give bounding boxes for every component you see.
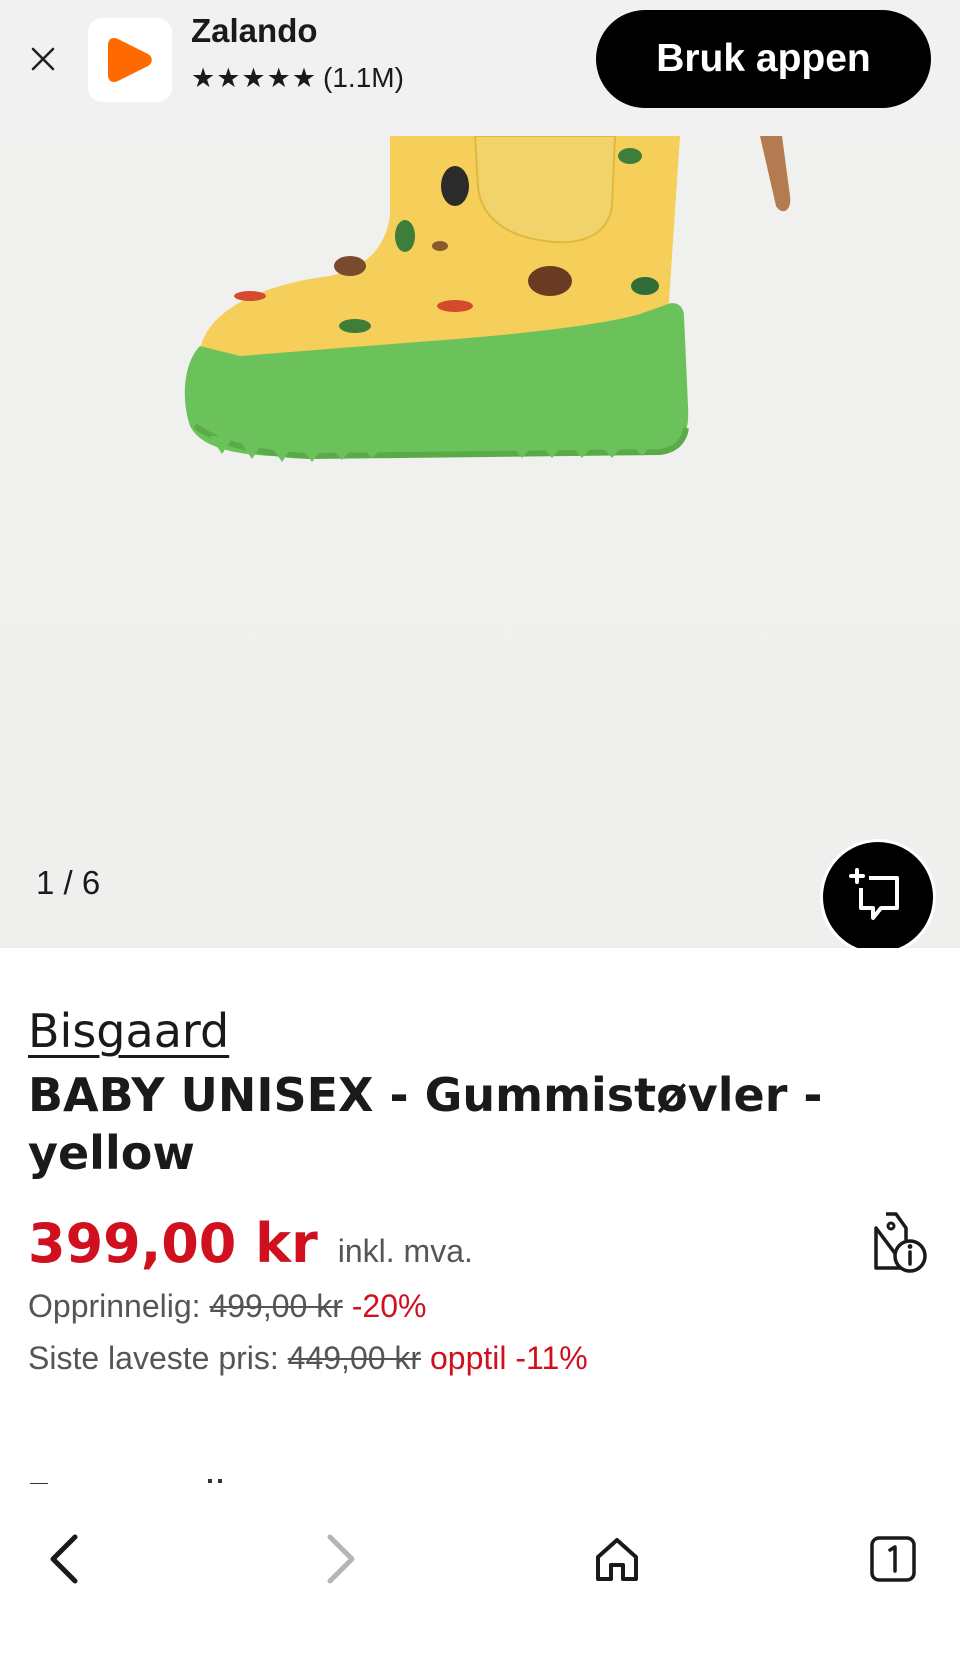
price-info-button[interactable] [870,1210,930,1279]
current-price: 399,00 kr [28,1212,318,1275]
rating-count: (1.1M) [323,62,404,93]
price-row: 399,00 kr inkl. mva. [28,1212,473,1275]
lowest-price: 449,00 kr [287,1340,422,1376]
original-price: 499,00 kr [209,1288,343,1324]
tabs-button[interactable] [848,1514,938,1604]
home-button[interactable] [572,1514,662,1604]
price-tag-info-icon [874,1212,927,1273]
visual-search-button[interactable] [820,839,936,948]
product-info: Bisgaard BABY UNISEX - Gummistøvler - ye… [28,1004,928,1182]
original-discount: -20% [351,1288,427,1324]
cutoff-text-fragment [30,1479,222,1484]
brand-link[interactable]: Bisgaard [28,1004,229,1058]
product-title: BABY UNISEX - Gummistøvler - yellow [28,1068,823,1180]
close-icon [31,47,55,71]
tabs-count-icon [870,1536,916,1582]
chevron-left-icon [50,1534,78,1584]
lowest-price-label: Siste laveste pris: [28,1340,279,1376]
vat-note: inkl. mva. [337,1233,473,1269]
open-app-button[interactable]: Bruk appen [596,10,931,108]
chevron-right-icon [327,1534,355,1584]
back-button[interactable] [20,1514,110,1604]
product-image [184,136,791,462]
lowest-discount: opptil -11% [429,1340,588,1376]
zalando-app-logo [88,18,172,102]
zalando-logo-icon [108,38,152,82]
next-section-peek [28,1474,228,1484]
browser-toolbar [0,1490,960,1674]
close-banner-button[interactable] [26,42,60,76]
original-price-line: Opprinnelig: 499,00 kr -20% [28,1288,426,1325]
home-icon [596,1538,638,1581]
forward-button[interactable] [295,1514,385,1604]
star-rating-icon: ★★★★★ [191,62,318,93]
app-install-banner: Zalando ★★★★★ (1.1M) Bruk appen [0,0,960,136]
image-search-icon [849,868,899,920]
lowest-price-line: Siste laveste pris: 449,00 kr opptil -11… [28,1340,588,1377]
product-image-gallery[interactable]: 1 / 6 [0,136,960,948]
original-price-label: Opprinnelig: [28,1288,201,1324]
image-counter: 1 / 6 [36,864,101,901]
app-name: Zalando [191,12,318,49]
app-rating: ★★★★★ (1.1M) [191,62,404,94]
